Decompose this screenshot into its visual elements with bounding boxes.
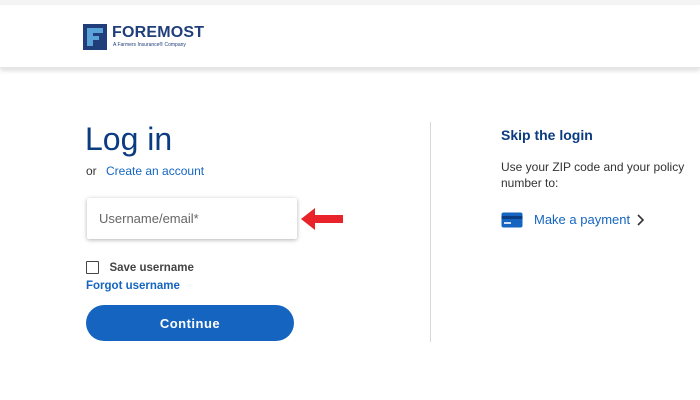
site-header: FOREMOST A Farmers Insurance® Company — [0, 5, 700, 68]
create-account-line: or Create an account — [86, 164, 204, 178]
forgot-username-link[interactable]: Forgot username — [86, 279, 180, 293]
make-payment-label: Make a payment — [534, 212, 631, 227]
red-left-arrow-icon — [301, 208, 343, 230]
continue-button[interactable]: Continue — [86, 305, 294, 341]
username-input[interactable] — [87, 198, 297, 239]
save-username-row: Save username — [86, 259, 194, 275]
vertical-divider — [430, 122, 431, 342]
save-username-checkbox[interactable] — [86, 261, 99, 275]
or-text: or — [86, 164, 97, 178]
skip-login-description: Use your ZIP code and your policy number… — [501, 160, 685, 190]
skip-login-heading: Skip the login — [501, 127, 593, 143]
brand-tagline: A Farmers Insurance® Company — [113, 42, 186, 48]
page-title: Log in — [85, 121, 173, 157]
chevron-right-icon — [637, 214, 644, 226]
brand-name: FOREMOST — [112, 24, 205, 41]
create-account-link[interactable]: Create an account — [106, 164, 204, 178]
credit-card-icon — [501, 212, 523, 228]
foremost-logo[interactable]: FOREMOST A Farmers Insurance® Company — [83, 23, 213, 53]
foremost-f-logo-icon — [83, 24, 107, 50]
save-username-label[interactable]: Save username — [109, 262, 193, 274]
